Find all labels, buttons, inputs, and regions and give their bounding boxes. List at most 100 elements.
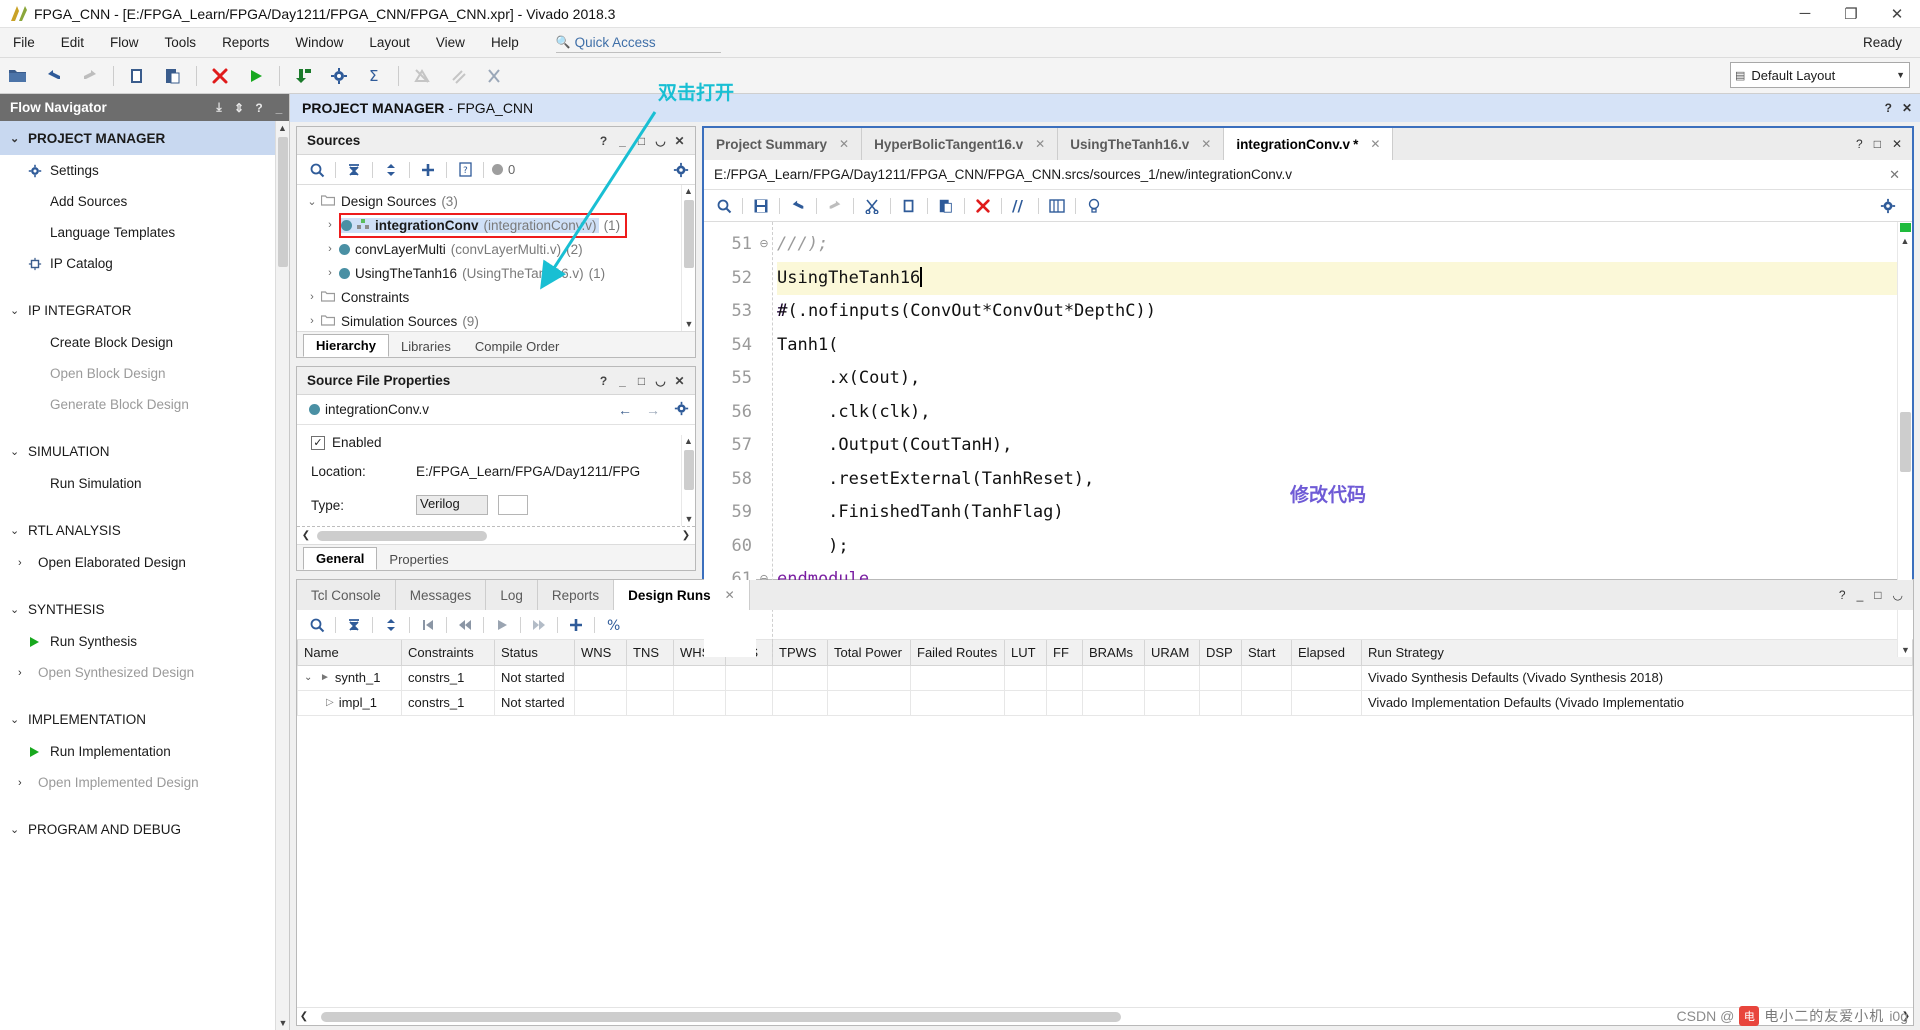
sidebar-item-language-templates[interactable]: Language Templates — [0, 217, 275, 248]
sidebar-section-rtl-analysis[interactable]: ⌄ RTL ANALYSIS — [0, 513, 275, 547]
source-help-icon[interactable]: ? — [451, 158, 479, 182]
quick-access-input[interactable]: 🔍 Quick Access — [556, 33, 721, 53]
menu-flow[interactable]: Flow — [97, 31, 152, 54]
collapse-all-icon[interactable] — [340, 158, 368, 182]
scroll-up-icon[interactable]: ▲ — [682, 435, 695, 448]
add-run-icon[interactable] — [562, 613, 590, 637]
delete-icon[interactable] — [203, 61, 237, 91]
tab-reports[interactable]: Reports — [538, 580, 614, 610]
sidebar-item-add-sources[interactable]: Add Sources — [0, 186, 275, 217]
tree-item-integrationconv[interactable]: › integrationConv (integrationConv.v) — [303, 213, 681, 237]
sfp-enabled-row[interactable]: ✓ Enabled — [311, 435, 681, 450]
col-tns[interactable]: TNS — [627, 640, 674, 665]
minimize-icon[interactable]: _ — [613, 374, 632, 388]
back-icon[interactable]: ← — [611, 402, 639, 418]
sidebar-section-project-manager[interactable]: ⌄ PROJECT MANAGER — [0, 121, 275, 155]
fold-marker[interactable]: ⊖ — [756, 228, 772, 262]
minimize-panel-icon[interactable]: _ — [269, 101, 289, 115]
sidebar-item-run-synthesis[interactable]: Run Synthesis — [0, 626, 275, 657]
menu-layout[interactable]: Layout — [356, 31, 423, 54]
indent-icon[interactable] — [1043, 194, 1071, 218]
close-button[interactable]: ✕ — [1874, 0, 1920, 28]
menu-reports[interactable]: Reports — [209, 31, 282, 54]
open-project-icon[interactable] — [1, 61, 35, 91]
search-icon[interactable] — [303, 158, 331, 182]
close-icon[interactable]: ✕ — [839, 137, 849, 151]
editor-settings-gear-icon[interactable] — [1874, 194, 1902, 218]
help-icon[interactable]: ? — [594, 374, 613, 388]
tab-hyperbolictangent16[interactable]: HyperBolicTangent16.v ✕ — [862, 128, 1058, 160]
chevron-right-icon[interactable]: › — [303, 315, 321, 327]
tree-item-design-sources[interactable]: ⌄ Design Sources (3) — [303, 189, 681, 213]
col-name[interactable]: Name — [298, 640, 402, 665]
percent-icon[interactable]: % — [599, 613, 627, 637]
chevron-right-icon[interactable]: › — [321, 267, 339, 279]
close-icon[interactable]: ✕ — [725, 588, 735, 602]
sfp-scrollbar[interactable]: ▲ ▼ — [681, 435, 695, 526]
menu-file[interactable]: File — [0, 31, 48, 54]
close-icon[interactable]: ✕ — [1892, 137, 1902, 151]
maximize-icon[interactable]: □ — [1874, 137, 1881, 151]
code-line-active[interactable]: UsingTheTanh16 — [777, 262, 1897, 296]
tab-design-runs[interactable]: Design Runs ✕ — [614, 580, 750, 610]
tab-compile-order[interactable]: Compile Order — [463, 336, 572, 357]
scroll-thumb[interactable] — [321, 1012, 1121, 1022]
float-icon[interactable]: ◡ — [651, 134, 670, 148]
tab-usingthetanh16[interactable]: UsingTheTanh16.v ✕ — [1058, 128, 1224, 160]
search-icon[interactable] — [303, 613, 331, 637]
menu-help[interactable]: Help — [478, 31, 532, 54]
help-icon[interactable]: ? — [1885, 101, 1892, 115]
float-icon[interactable]: ◡ — [651, 374, 670, 388]
gear-icon[interactable] — [667, 401, 695, 419]
sidebar-item-open-elaborated-design[interactable]: › Open Elaborated Design — [0, 547, 275, 578]
scroll-right-icon[interactable]: ❯ — [679, 530, 693, 541]
forward-icon[interactable]: → — [639, 402, 667, 418]
scroll-thumb[interactable] — [684, 450, 694, 490]
sources-scrollbar[interactable]: ▲ ▼ — [681, 185, 695, 331]
close-icon[interactable]: ✕ — [1889, 167, 1900, 183]
maximize-icon[interactable]: □ — [1874, 588, 1881, 602]
scroll-up-icon[interactable]: ▲ — [1898, 234, 1912, 248]
menu-edit[interactable]: Edit — [48, 31, 97, 54]
chevron-down-icon[interactable]: ⌄ — [303, 195, 321, 208]
scroll-down-icon[interactable]: ▼ — [682, 318, 695, 331]
sidebar-section-program-and-debug[interactable]: ⌄ PROGRAM AND DEBUG — [0, 812, 275, 846]
tree-item-simulation-sources[interactable]: › Simulation Sources (9) — [303, 309, 681, 331]
settings-icon[interactable] — [322, 61, 356, 91]
close-icon[interactable]: ✕ — [1370, 137, 1380, 151]
sidebar-section-ip-integrator[interactable]: ⌄ IP INTEGRATOR — [0, 293, 275, 327]
tab-general[interactable]: General — [303, 547, 377, 570]
console-hscrollbar[interactable]: ❮ ❯ — [297, 1007, 1913, 1025]
scroll-up-icon[interactable]: ▲ — [682, 185, 695, 198]
tree-item-convlayermulti[interactable]: › convLayerMulti (convLayerMulti.v) (2) — [303, 237, 681, 261]
help-icon[interactable]: ? — [1839, 588, 1846, 602]
undo-icon[interactable] — [37, 61, 71, 91]
scroll-down-icon[interactable]: ▼ — [276, 1016, 289, 1030]
tree-item-constraints[interactable]: › Constraints — [303, 285, 681, 309]
delete-icon[interactable] — [969, 194, 997, 218]
layout-select[interactable]: ▤ Default Layout ▼ — [1730, 62, 1910, 88]
close-icon[interactable]: ✕ — [670, 374, 689, 388]
tab-tcl-console[interactable]: Tcl Console — [297, 580, 396, 610]
tab-log[interactable]: Log — [486, 580, 538, 610]
cut-icon[interactable] — [858, 194, 886, 218]
col-status[interactable]: Status — [495, 640, 575, 665]
scroll-thumb[interactable] — [317, 531, 487, 541]
menu-view[interactable]: View — [423, 31, 478, 54]
scroll-left-icon[interactable]: ❮ — [299, 530, 313, 541]
download-bitstream-icon[interactable] — [286, 61, 320, 91]
chevron-down-icon[interactable]: ⌄ — [304, 672, 320, 683]
float-icon[interactable]: ◡ — [1893, 588, 1903, 602]
enabled-checkbox[interactable]: ✓ — [311, 436, 325, 450]
sidebar-section-simulation[interactable]: ⌄ SIMULATION — [0, 434, 275, 468]
scroll-thumb[interactable] — [278, 137, 288, 267]
copy-icon[interactable] — [120, 61, 154, 91]
menu-tools[interactable]: Tools — [152, 31, 210, 54]
sidebar-item-run-implementation[interactable]: Run Implementation — [0, 736, 275, 767]
minimize-icon[interactable]: _ — [613, 134, 632, 148]
scroll-thumb[interactable] — [1900, 412, 1911, 472]
collapse-all-icon[interactable] — [340, 613, 368, 637]
paste-icon[interactable] — [156, 61, 190, 91]
menu-window[interactable]: Window — [282, 31, 356, 54]
tab-libraries[interactable]: Libraries — [389, 336, 463, 357]
